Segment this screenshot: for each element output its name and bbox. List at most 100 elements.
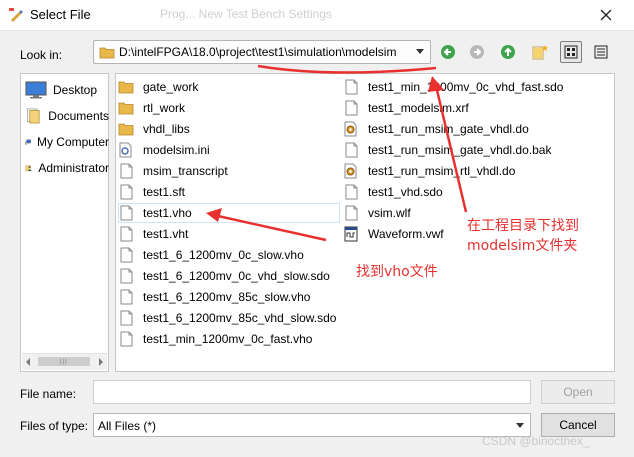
file-name-label: File name: [20, 387, 77, 401]
file-name: rtl_work [143, 101, 186, 115]
document-icon [343, 204, 359, 222]
forward-button[interactable] [466, 41, 488, 63]
open-button[interactable]: Open [541, 380, 615, 404]
scroll-right-icon[interactable] [99, 358, 103, 366]
document-icon [343, 141, 359, 159]
detail-view-button[interactable] [590, 41, 612, 63]
title-bar: Select File Prog... New Test Bench Setti… [0, 0, 634, 31]
sidebar-horizontal-scrollbar[interactable]: ||| [22, 353, 107, 370]
chevron-down-icon [516, 423, 524, 428]
computer-icon [25, 139, 31, 145]
document-icon [118, 246, 134, 264]
sidebar-item-label: Administrator [38, 161, 109, 175]
document-icon [118, 204, 134, 222]
file-item[interactable]: test1_run_msim_gate_vhdl.do.bak [343, 140, 551, 160]
parent-folder-button[interactable] [497, 41, 519, 63]
list-view-icon [564, 45, 578, 59]
file-name: test1_run_msim_gate_vhdl.do.bak [368, 143, 552, 157]
document-icon [118, 330, 134, 348]
file-item[interactable]: test1_modelsim.xrf [343, 98, 469, 118]
document-icon [343, 183, 359, 201]
files-of-type-select[interactable]: All Files (*) [93, 413, 531, 437]
file-item[interactable]: test1.vho [118, 203, 340, 223]
documents-icon [26, 108, 40, 124]
file-item[interactable]: test1_6_1200mv_0c_vhd_slow.sdo [118, 266, 330, 286]
file-name: test1_min_1200mv_0c_fast.vho [143, 332, 313, 346]
file-item[interactable]: modelsim.ini [118, 140, 210, 160]
scroll-left-icon[interactable] [26, 358, 30, 366]
file-item[interactable]: test1_min_1200mv_0c_vhd_fast.sdo [343, 77, 563, 97]
look-in-path: D:\intelFPGA\18.0\project\test1\simulati… [119, 45, 397, 59]
forward-icon [470, 45, 484, 59]
sidebar-item-computer[interactable]: My Computer [25, 131, 109, 153]
document-icon [118, 162, 134, 180]
file-item[interactable]: test1_min_1200mv_0c_fast.vho [118, 329, 312, 349]
document-icon [343, 99, 359, 117]
file-item[interactable]: test1.sft [118, 182, 185, 202]
file-item[interactable]: test1_run_msim_gate_vhdl.do [343, 119, 529, 139]
file-name: test1_6_1200mv_85c_slow.vho [143, 290, 311, 304]
folder-icon [118, 78, 134, 96]
files-of-type-value: All Files (*) [98, 419, 157, 433]
file-name: test1_6_1200mv_0c_vhd_slow.sdo [143, 269, 330, 283]
folder-icon [118, 99, 134, 117]
file-name: vsim.wlf [368, 206, 411, 220]
file-name: test1.vht [143, 227, 189, 241]
document-icon [118, 183, 134, 201]
desktop-icon [25, 81, 47, 99]
sidebar-item-label: My Computer [36, 135, 109, 149]
file-name: test1.vho [143, 206, 192, 220]
waveform-file-icon [343, 225, 359, 243]
file-item[interactable]: test1_6_1200mv_85c_slow.vho [118, 287, 310, 307]
file-name: test1_6_1200mv_0c_slow.vho [143, 248, 304, 262]
list-view-button[interactable] [560, 41, 582, 63]
folder-item[interactable]: gate_work [118, 77, 198, 97]
file-name: msim_transcript [143, 164, 228, 178]
file-item[interactable]: vsim.wlf [343, 203, 411, 223]
new-folder-button[interactable] [529, 41, 551, 63]
chevron-down-icon [416, 49, 424, 54]
grip-icon: ||| [60, 359, 68, 365]
path-underline-mark [257, 64, 437, 74]
look-in-combo[interactable]: D:\intelFPGA\18.0\project\test1\simulati… [93, 40, 431, 64]
sidebar-item-desktop[interactable]: Desktop [25, 79, 109, 101]
file-name: test1_6_1200mv_85c_vhd_slow.sdo [143, 311, 337, 325]
annotation-find-vho: 找到vho文件 [356, 264, 438, 280]
file-name-input[interactable] [93, 380, 531, 404]
file-item[interactable]: test1_run_msim_rtl_vhdl.do [343, 161, 515, 181]
folder-icon [99, 47, 115, 59]
sidebar-item-label: Documents [48, 109, 109, 123]
file-name: modelsim.ini [143, 143, 210, 157]
sidebar-item-label: Desktop [53, 83, 98, 97]
file-item[interactable]: msim_transcript [118, 161, 228, 181]
file-item[interactable]: test1.vht [118, 224, 188, 244]
look-in-label: Look in: [20, 48, 63, 62]
script-file-icon [343, 120, 359, 138]
file-item[interactable]: test1_6_1200mv_85c_vhd_slow.sdo [118, 308, 336, 328]
folder-item[interactable]: rtl_work [118, 98, 185, 118]
back-button[interactable] [437, 41, 459, 63]
file-item[interactable]: Waveform.vwf [343, 224, 444, 244]
file-name: test1_modelsim.xrf [368, 101, 469, 115]
folder-icon [118, 120, 134, 138]
file-item[interactable]: test1_vhd.sdo [343, 182, 443, 202]
files-of-type-label: Files of type: [20, 419, 89, 433]
watermark: CSDN @binocthex_ [482, 434, 590, 448]
sidebar-item-administrator[interactable]: Administrator [25, 157, 109, 179]
folder-item[interactable]: vhdl_libs [118, 119, 190, 139]
close-icon [600, 9, 612, 21]
new-folder-icon [532, 45, 548, 60]
document-icon [343, 78, 359, 96]
file-name: Waveform.vwf [368, 227, 444, 241]
document-icon [118, 288, 134, 306]
detail-view-icon [594, 45, 608, 59]
user-icon [25, 165, 32, 172]
file-item[interactable]: test1_6_1200mv_0c_slow.vho [118, 245, 304, 265]
file-name: test1_run_msim_rtl_vhdl.do [368, 164, 516, 178]
sidebar-item-documents[interactable]: Documents [25, 105, 109, 127]
file-name: test1_run_msim_gate_vhdl.do [368, 122, 529, 136]
file-name: test1_min_1200mv_0c_vhd_fast.sdo [368, 80, 564, 94]
close-button[interactable] [578, 0, 634, 30]
app-icon [9, 8, 23, 22]
places-sidebar[interactable]: Desktop Documents My Computer Administra… [20, 73, 109, 372]
